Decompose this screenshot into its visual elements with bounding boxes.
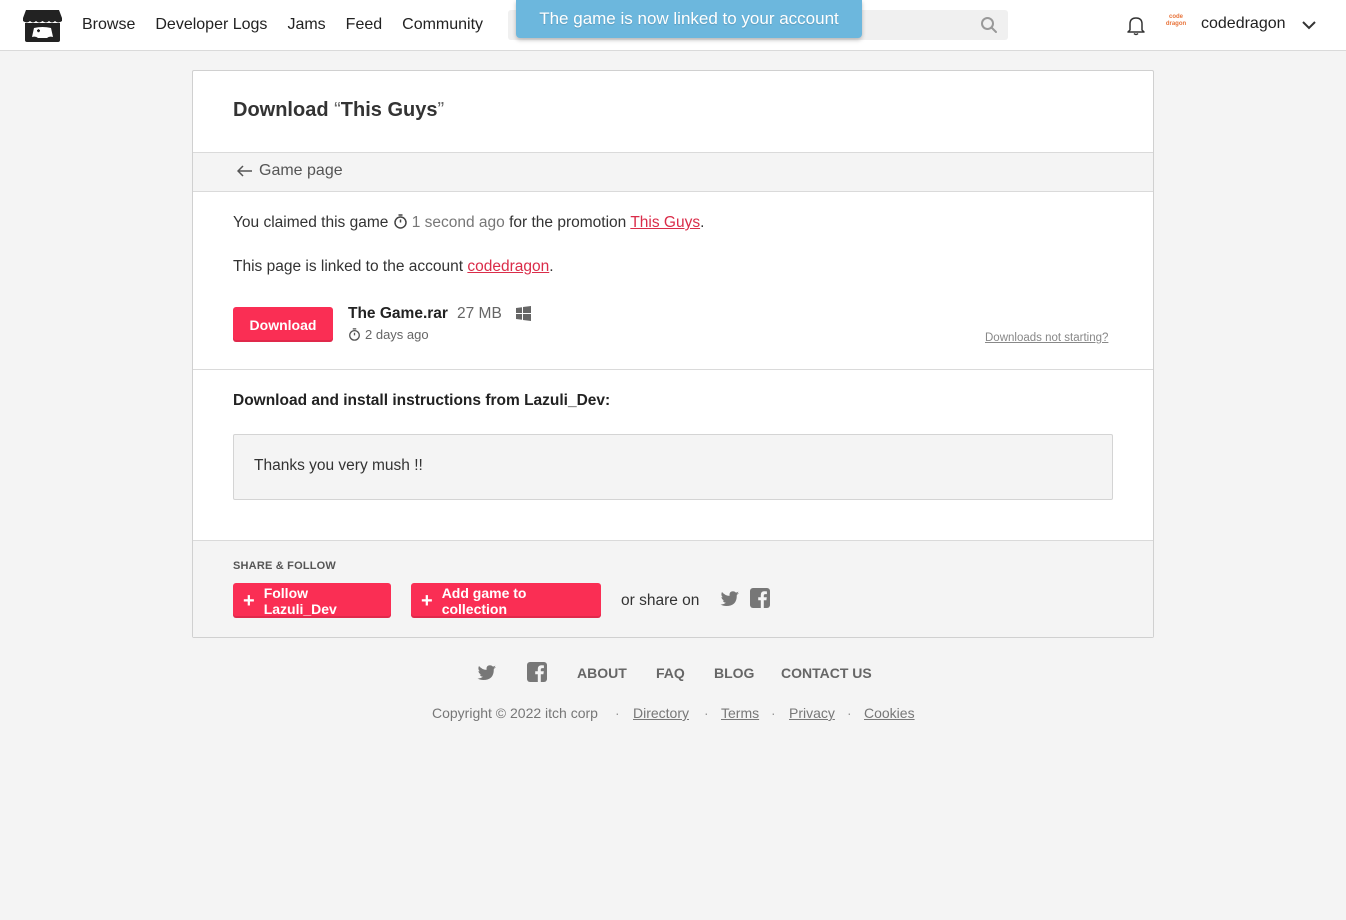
facebook-icon[interactable] bbox=[750, 588, 770, 608]
itch-logo-icon[interactable] bbox=[22, 7, 63, 44]
downloads-not-starting-link[interactable]: Downloads not starting? bbox=[985, 332, 1108, 344]
search-icon[interactable] bbox=[980, 16, 998, 34]
game-page-label: Game page bbox=[259, 162, 343, 179]
twitter-icon[interactable] bbox=[477, 663, 497, 683]
directory-link[interactable]: Directory bbox=[633, 705, 689, 721]
file-size: 27 MB bbox=[457, 305, 502, 322]
title-prefix: Download bbox=[233, 99, 335, 121]
instructions-title: Download and install instructions from L… bbox=[233, 392, 611, 409]
file-date: 2 days ago bbox=[348, 327, 429, 342]
separator-dot: · bbox=[615, 705, 620, 721]
account-link[interactable]: codedragon bbox=[467, 258, 549, 275]
follow-label: Follow Lazuli_Dev bbox=[263, 584, 337, 617]
claim-time: 1 second ago bbox=[411, 214, 505, 231]
copyright-text: Copyright © 2022 itch corp bbox=[432, 705, 598, 721]
collection-label: Add game to collection bbox=[441, 584, 527, 617]
arrow-left-icon bbox=[237, 165, 252, 177]
top-header: Browse Developer Logs Jams Feed Communit… bbox=[0, 0, 1346, 51]
stopwatch-icon bbox=[349, 328, 360, 341]
footer-contact-link[interactable]: CONTACT US bbox=[781, 665, 872, 681]
follow-button[interactable]: + Follow Lazuli_Dev bbox=[233, 583, 391, 618]
share-follow-label: SHARE & FOLLOW bbox=[233, 560, 337, 572]
claim-info: You claimed this game 1 second ago for t… bbox=[233, 214, 704, 232]
claim-suffix: . bbox=[700, 214, 705, 231]
footer-about-link[interactable]: ABOUT bbox=[577, 665, 627, 681]
separator-dot: · bbox=[704, 705, 709, 721]
separator-dot: · bbox=[847, 705, 852, 721]
instructions-box: Thanks you very mush !! bbox=[233, 434, 1113, 500]
main-nav: Browse Developer Logs Jams Feed Communit… bbox=[82, 0, 503, 50]
twitter-icon[interactable] bbox=[720, 589, 740, 609]
nav-browse[interactable]: Browse bbox=[82, 16, 135, 34]
share-follow-section: SHARE & FOLLOW + Follow Lazuli_Dev + Add… bbox=[193, 540, 1153, 637]
add-to-collection-button[interactable]: + Add game to collection bbox=[411, 583, 601, 618]
account-info: This page is linked to the account coded… bbox=[233, 258, 554, 276]
bell-icon[interactable] bbox=[1125, 14, 1147, 36]
file-date-text: 2 days ago bbox=[365, 327, 429, 342]
promotion-link[interactable]: This Guys bbox=[630, 214, 700, 231]
nav-community[interactable]: Community bbox=[402, 16, 483, 34]
account-prefix: This page is linked to the account bbox=[233, 258, 464, 275]
footer-faq-link[interactable]: FAQ bbox=[656, 665, 685, 681]
privacy-link[interactable]: Privacy bbox=[789, 705, 835, 721]
share-on-label: or share on bbox=[621, 592, 700, 609]
plus-icon: + bbox=[243, 589, 255, 612]
terms-link[interactable]: Terms bbox=[721, 705, 759, 721]
facebook-icon[interactable] bbox=[527, 662, 547, 682]
title-game-name: This Guys bbox=[340, 99, 438, 121]
linked-toast: The game is now linked to your account bbox=[516, 0, 862, 38]
instructions-text: Thanks you very mush !! bbox=[254, 457, 423, 474]
stopwatch-icon bbox=[393, 214, 407, 229]
sub-navigation: Game page bbox=[193, 152, 1153, 192]
username[interactable]: codedragon bbox=[1201, 15, 1286, 33]
windows-icon bbox=[516, 306, 531, 321]
footer-links: ABOUT FAQ BLOG CONTACT US bbox=[0, 660, 1346, 688]
separator-dot: · bbox=[771, 705, 776, 721]
claim-middle: for the promotion bbox=[509, 214, 627, 231]
game-page-link[interactable]: Game page bbox=[237, 162, 343, 180]
nav-jams[interactable]: Jams bbox=[287, 16, 325, 34]
download-card: Download “This Guys” Game page You claim… bbox=[192, 70, 1154, 638]
claim-prefix: You claimed this game bbox=[233, 214, 389, 231]
divider bbox=[193, 369, 1153, 370]
avatar[interactable]: code dragon bbox=[1163, 14, 1189, 36]
page-title: Download “This Guys” bbox=[233, 99, 444, 122]
nav-developer-logs[interactable]: Developer Logs bbox=[155, 16, 267, 34]
chevron-down-icon[interactable] bbox=[1300, 16, 1318, 34]
footer-blog-link[interactable]: BLOG bbox=[714, 665, 754, 681]
file-name: The Game.rar bbox=[348, 305, 448, 322]
plus-icon: + bbox=[421, 589, 433, 612]
account-suffix: . bbox=[549, 258, 554, 275]
title-open-quote: “ bbox=[334, 99, 341, 121]
nav-feed[interactable]: Feed bbox=[346, 16, 382, 34]
title-close-quote: ” bbox=[437, 99, 445, 121]
download-button[interactable]: Download bbox=[233, 307, 333, 342]
cookies-link[interactable]: Cookies bbox=[864, 705, 915, 721]
